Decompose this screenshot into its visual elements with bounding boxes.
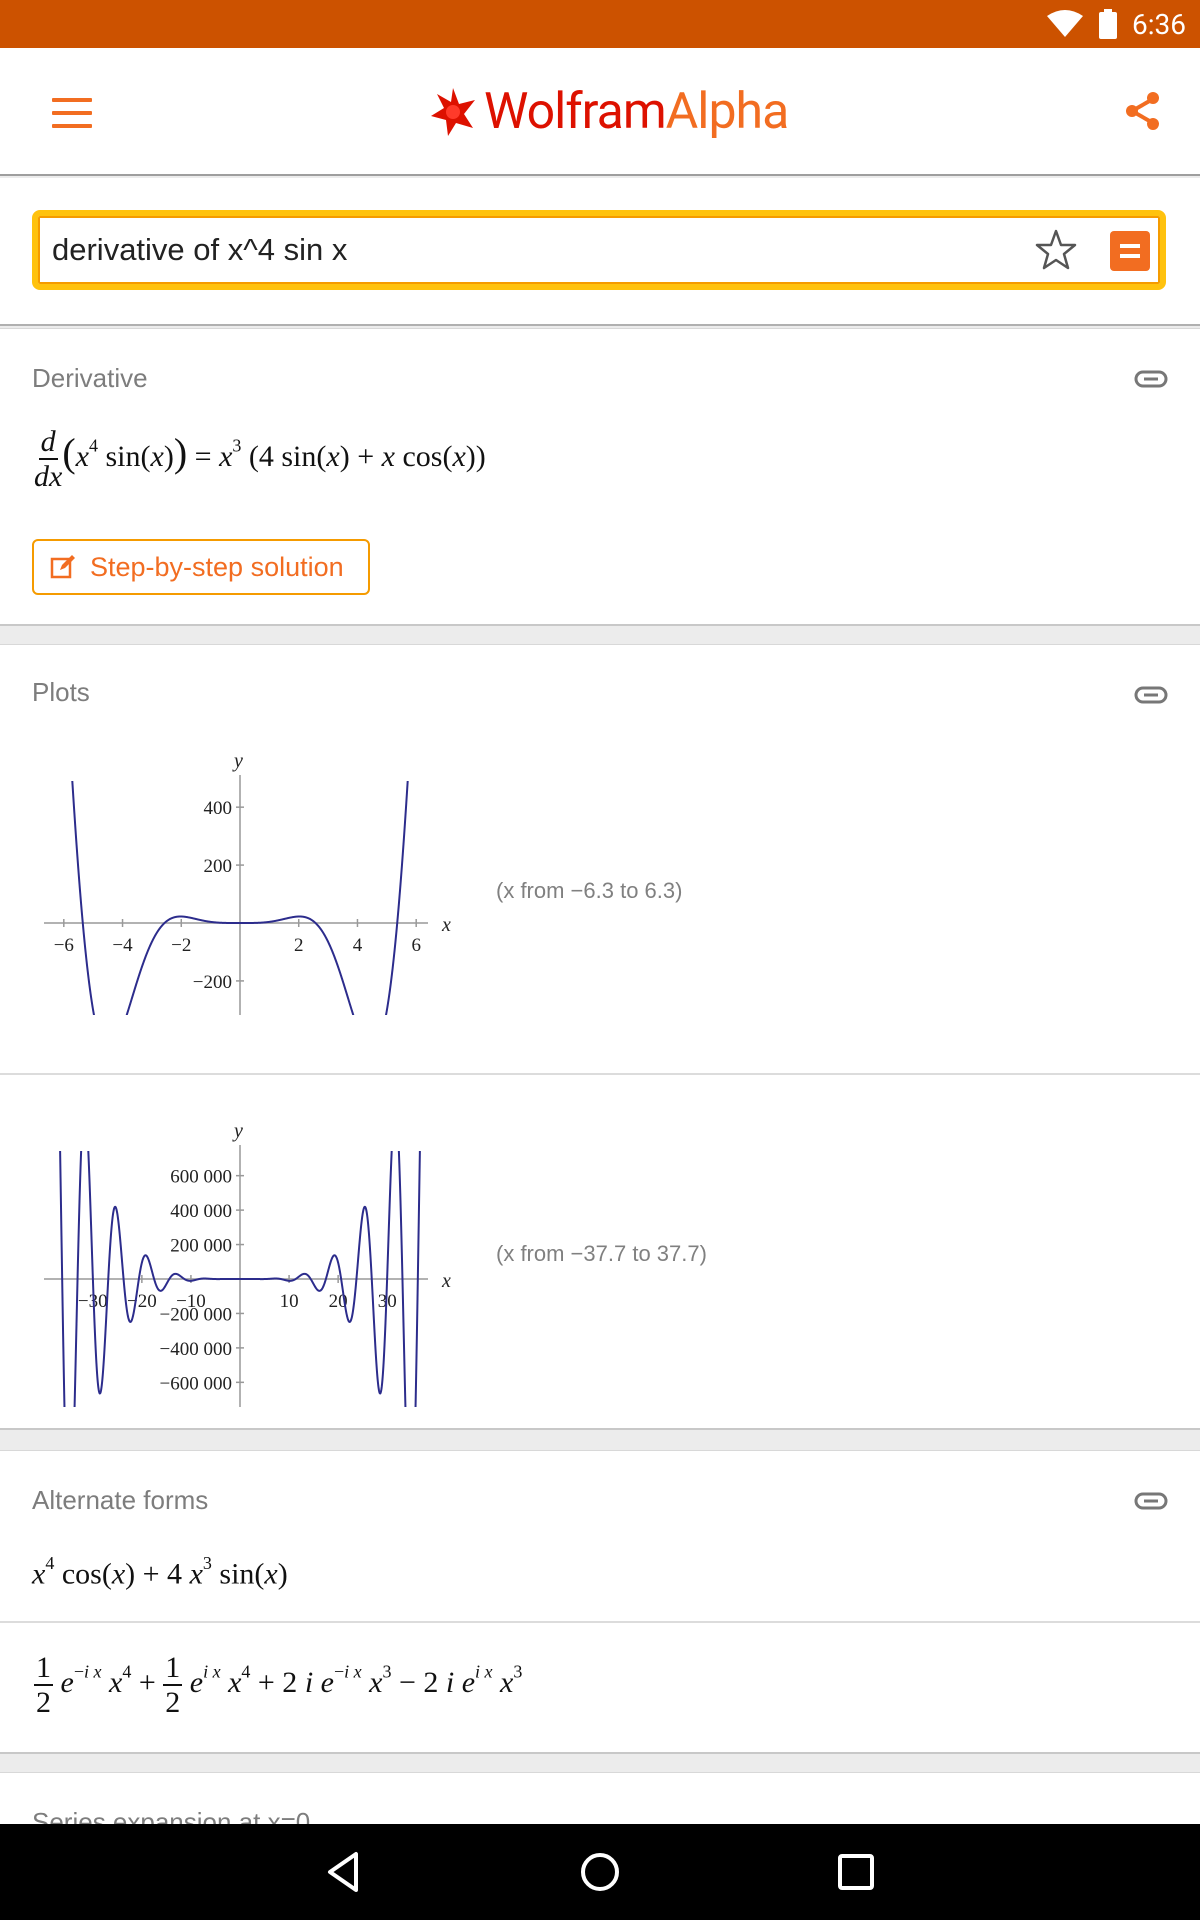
y-tick-label: 400 000 (170, 1201, 232, 1222)
search-box (32, 210, 1166, 290)
x-tick-label: 2 (294, 935, 304, 956)
plot-2[interactable]: xy−30 −20 −10 10 20 30−600 000−400 000−200 00… (20, 1107, 480, 1407)
share-icon[interactable] (1120, 88, 1166, 134)
status-bar: 6:36 (0, 0, 1200, 48)
x-tick-label: 6 (411, 935, 421, 956)
app-bar: WolframAlpha (0, 48, 1200, 176)
plot-separator (0, 1073, 1200, 1075)
series-expansion-pod: Series expansion at x=0 (0, 1772, 1200, 1837)
plots-pod: Plots xy−6−4−2246−400−200200400 (x from … (0, 644, 1200, 1430)
x-tick-label: −6 (54, 935, 74, 956)
derivative-result: d dx (x4 sin(x)) = x3 (4 sin(x) + x cos(x)… (34, 425, 486, 493)
back-icon[interactable] (320, 1848, 368, 1896)
x-tick-label: −4 (112, 935, 133, 956)
plot-2-range: (x from −37.7 to 37.7) (496, 1241, 707, 1266)
pod-title: Plots (32, 677, 90, 707)
status-time: 6:36 (1132, 7, 1186, 41)
y-tick-label: 200 (204, 856, 233, 877)
step-by-step-button[interactable]: Step-by-step solution (32, 539, 370, 595)
step-by-step-label: Step-by-step solution (90, 551, 344, 582)
x-tick-label: −20 (127, 1291, 157, 1312)
star-icon[interactable] (1034, 228, 1078, 272)
alternate-forms-pod: Alternate forms x4 cos(x) + 4 x3 sin(x) … (0, 1450, 1200, 1754)
wolfram-alpha-logo: WolframAlpha (428, 82, 790, 142)
logo-alpha-text: Alpha (665, 83, 790, 141)
home-icon[interactable] (576, 1848, 624, 1896)
x-axis-label: x (441, 1270, 451, 1292)
link-icon[interactable] (1134, 1491, 1168, 1511)
alternate-form-2: 12 e−i x x4 + 12 ei x x4 + 2 i e−i x x3 … (34, 1651, 523, 1719)
pod-title: Alternate forms (32, 1485, 209, 1515)
y-axis-label: y (232, 1120, 243, 1142)
wifi-icon (1047, 10, 1083, 37)
y-tick-label: −200 (193, 972, 232, 993)
y-tick-label: −200 000 (160, 1304, 232, 1325)
y-tick-label: 600 000 (170, 1167, 232, 1188)
recents-icon[interactable] (832, 1848, 880, 1896)
alternate-form-1: x4 cos(x) + 4 x3 sin(x) (32, 1553, 288, 1591)
pod-title: Derivative (32, 363, 148, 393)
navigation-bar (0, 1824, 1200, 1920)
logo-wolfram-text: Wolfram (484, 83, 667, 141)
y-tick-label: 400 (204, 798, 233, 819)
battery-icon (1099, 9, 1117, 39)
spikey-logo-icon (431, 88, 475, 136)
derivative-pod: Derivative d dx (x4 sin(x)) = x3 (4 sin(x)… (0, 328, 1200, 626)
x-axis-label: x (441, 914, 451, 936)
link-icon[interactable] (1134, 369, 1168, 389)
plot-1[interactable]: xy−6−4−2246−400−200200400 (20, 745, 480, 1015)
equals-icon[interactable] (1110, 231, 1150, 271)
y-tick-label: −600 000 (160, 1373, 232, 1394)
link-icon[interactable] (1134, 685, 1168, 705)
search-input[interactable] (52, 230, 952, 270)
plot-1-range: (x from −6.3 to 6.3) (496, 878, 683, 903)
x-tick-label: 4 (353, 935, 363, 956)
form-separator (0, 1621, 1200, 1623)
y-axis-label: y (232, 750, 243, 772)
menu-icon[interactable] (52, 98, 92, 128)
search-area (0, 178, 1200, 326)
x-tick-label: 10 (280, 1291, 299, 1312)
y-tick-label: −400 000 (160, 1339, 232, 1360)
edit-icon (50, 555, 75, 579)
x-tick-label: −2 (171, 935, 191, 956)
y-tick-label: 200 000 (170, 1236, 232, 1257)
